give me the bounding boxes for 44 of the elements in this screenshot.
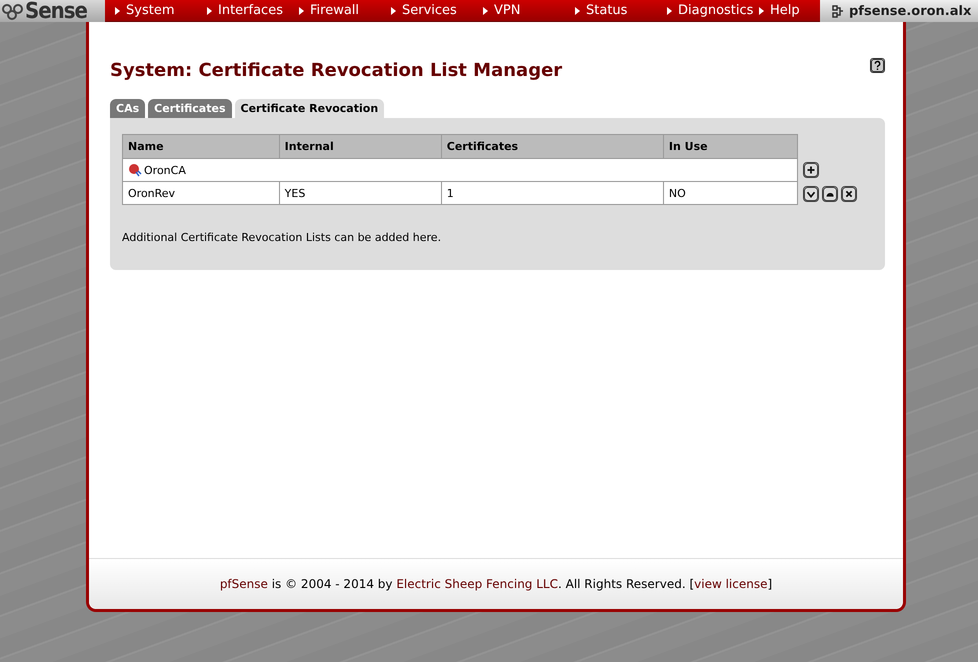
arrow-icon: [391, 6, 396, 14]
arrow-icon: [299, 6, 304, 14]
edit-button[interactable]: [822, 186, 838, 202]
footer-link[interactable]: Electric Sheep Fencing LLC: [396, 577, 558, 591]
column-header: Name: [122, 134, 280, 158]
help-icon[interactable]: [870, 58, 885, 73]
column-header: In Use: [663, 134, 798, 158]
certificate-icon: [128, 163, 142, 177]
arrow-icon: [115, 6, 120, 14]
arrow-icon: [667, 6, 672, 14]
table-cell: NO: [663, 182, 798, 204]
nav-menu-item[interactable]: Interfaces: [207, 3, 299, 18]
column-header: Internal: [279, 134, 442, 158]
arrow-icon: [483, 6, 488, 14]
footer-link[interactable]: view license: [694, 577, 768, 591]
page-title: System: Certificate Revocation List Manager: [110, 60, 562, 81]
add-button[interactable]: [803, 162, 819, 178]
tab[interactable]: CAs: [110, 99, 146, 118]
logo-text: Sense: [25, 0, 87, 22]
hostname: pfsense.oron.alx: [849, 4, 972, 18]
arrow-icon: [207, 6, 212, 14]
network-icon: [832, 4, 845, 18]
nav-menu-item[interactable]: Help: [759, 3, 800, 18]
delete-button[interactable]: [841, 186, 857, 202]
table-cell: OronCA: [122, 158, 798, 182]
nav-menu-item[interactable]: VPN: [483, 3, 575, 18]
arrow-icon: [759, 6, 764, 14]
table-cell: 1: [441, 182, 664, 204]
nav-menu-item[interactable]: System: [115, 3, 207, 18]
nav-menu-item[interactable]: Firewall: [299, 3, 391, 18]
table-cell: OronRev: [122, 182, 280, 204]
footer-link[interactable]: pfSense: [220, 577, 268, 591]
nav-menu-item[interactable]: Diagnostics: [667, 3, 759, 18]
nav-menu-item[interactable]: Status: [575, 3, 667, 18]
info-text: Additional Certificate Revocation Lists can be added here.: [122, 231, 442, 244]
column-header: Certificates: [441, 134, 664, 158]
logo-icon: [2, 2, 24, 20]
arrow-icon: [575, 6, 580, 14]
tab[interactable]: Certificate Revocation: [234, 99, 384, 118]
export-button[interactable]: [803, 186, 819, 202]
copyright-text: pfSense is © 2004 - 2014 by Electric Sheep Fencing LLC. All Rights Reserved. [view license]: [220, 577, 772, 591]
table-cell: YES: [279, 182, 442, 204]
tab[interactable]: Certificates: [148, 99, 232, 118]
nav-menu-item[interactable]: Services: [391, 3, 483, 18]
